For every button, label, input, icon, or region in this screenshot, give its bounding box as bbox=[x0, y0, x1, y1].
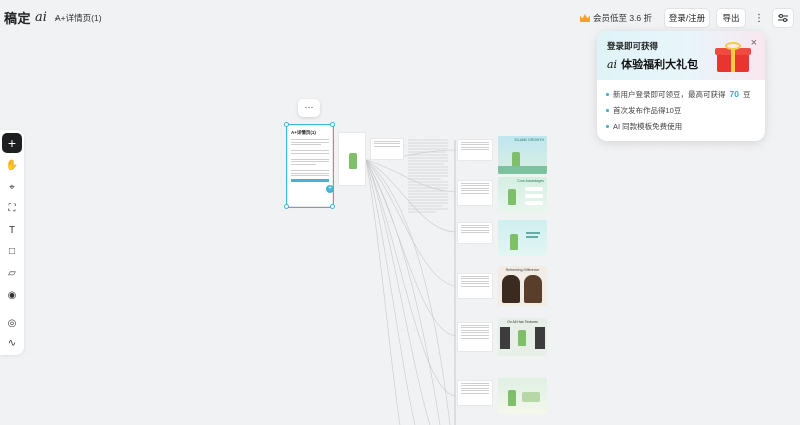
bullet-icon bbox=[606, 124, 609, 128]
selection-more-button[interactable]: ··· bbox=[298, 99, 320, 117]
bullet-icon bbox=[606, 108, 609, 112]
benefit-item-1: 新用户登录即可领豆，最高可获得 70 豆 bbox=[606, 86, 756, 102]
gift-box-icon bbox=[715, 42, 751, 72]
image-card-1[interactable]: ISLAND GROWTH bbox=[498, 136, 547, 174]
caption-text-5[interactable] bbox=[457, 322, 493, 352]
selected-document-node[interactable]: A+详情页(1) bbox=[286, 124, 334, 208]
resize-handle-tr[interactable] bbox=[330, 122, 335, 127]
text-node-large[interactable] bbox=[406, 137, 450, 217]
login-promo-popup: 登录即可获得 ai 体验福利大礼包 × 新用户登录即可领豆，最高可获得 70 豆… bbox=[597, 31, 765, 141]
product-image-node[interactable] bbox=[338, 132, 366, 186]
product-bottle-image bbox=[349, 153, 357, 169]
popup-header: 登录即可获得 ai 体验福利大礼包 × bbox=[597, 31, 765, 80]
node-title: A+详情页(1) bbox=[291, 130, 316, 135]
image-card-3[interactable] bbox=[498, 220, 547, 256]
caption-text-2[interactable] bbox=[457, 180, 493, 206]
caption-text-3[interactable] bbox=[457, 222, 493, 244]
popup-line2-text: 体验福利大礼包 bbox=[621, 59, 699, 71]
bullet-icon bbox=[606, 92, 609, 96]
popup-body: 新用户登录即可领豆，最高可获得 70 豆 首次发布作品得10豆 AI 同款模板免… bbox=[597, 80, 765, 140]
benefit-item-3: AI 同款模板免费使用 bbox=[606, 118, 756, 134]
text-node-small[interactable] bbox=[370, 138, 404, 160]
image-card-2[interactable]: Core Advantages bbox=[498, 177, 547, 213]
resize-handle-bl[interactable] bbox=[284, 204, 289, 209]
bean-count: 70 bbox=[729, 89, 739, 99]
image-card-5[interactable]: On All Hair Textures bbox=[498, 318, 547, 356]
benefit-item-2: 首次发布作品得10豆 bbox=[606, 102, 756, 118]
caption-text-6[interactable] bbox=[457, 380, 493, 406]
close-icon[interactable]: × bbox=[751, 37, 757, 49]
image-card-6[interactable] bbox=[498, 378, 547, 414]
caption-text-4[interactable] bbox=[457, 273, 493, 299]
resize-handle-br[interactable] bbox=[330, 204, 335, 209]
caption-text-1[interactable] bbox=[457, 139, 493, 161]
dense-text-block bbox=[408, 139, 448, 213]
add-node-button[interactable]: + bbox=[326, 185, 334, 193]
resize-handle-tl[interactable] bbox=[284, 122, 289, 127]
ai-logo-mark: ai bbox=[607, 57, 618, 71]
image-card-4[interactable]: Refreshing Difference bbox=[498, 266, 547, 306]
